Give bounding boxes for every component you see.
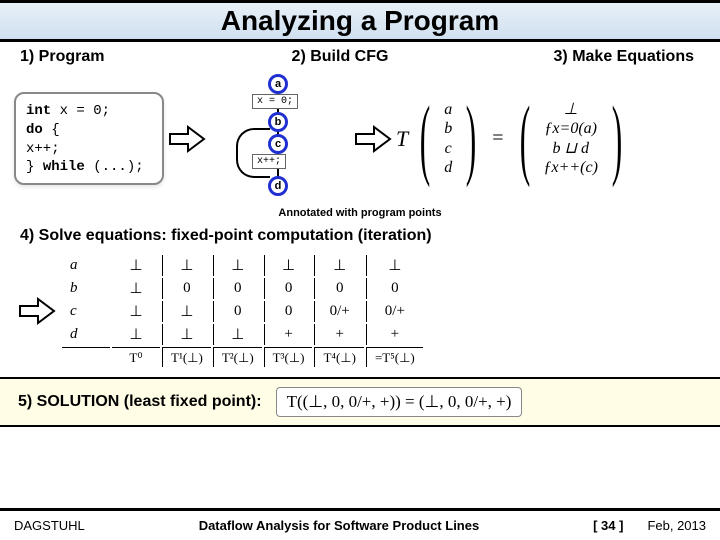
- arrow-icon: [164, 124, 210, 154]
- footer-left: DAGSTUHL: [14, 518, 85, 533]
- row1-body: int x = 0; do { x++; } while (...); a x …: [0, 70, 720, 205]
- iter-cell: +: [314, 324, 363, 345]
- iter-cell: 0: [213, 301, 262, 322]
- iter-header: T⁴(⊥): [314, 347, 363, 367]
- loop-edge: [236, 128, 270, 178]
- step3-heading: 3) Make Equations: [460, 48, 700, 66]
- step4: 4) Solve equations: fixed-point computat…: [0, 225, 720, 253]
- iter-cell: ⊥: [213, 324, 262, 345]
- eq-rhs: ⊥ ƒx=0(a) b ⊔ d ƒx++(c): [539, 100, 601, 177]
- step-headers: 1) Program 2) Build CFG 3) Make Equation…: [0, 42, 720, 70]
- iter-cell: 0: [314, 278, 363, 299]
- step1-heading: 1) Program: [20, 48, 220, 66]
- cfg-node-a: a: [268, 74, 288, 94]
- step2-heading: 2) Build CFG: [220, 48, 460, 66]
- iter-cell: ⊥: [112, 278, 160, 299]
- equations: T ( a b c d ) = ( ⊥ ƒx=0(a) b ⊔ d ƒx++(c…: [396, 98, 632, 179]
- iter-cell: ⊥: [264, 255, 313, 276]
- cfg-node-b: b: [268, 112, 288, 132]
- program-code: int x = 0; do { x++; } while (...);: [14, 92, 164, 186]
- cfg-annotation: Annotated with program points: [0, 207, 720, 219]
- cfg-node-c: c: [268, 134, 288, 154]
- iter-label: d: [62, 324, 110, 345]
- iter-header: T²(⊥): [213, 347, 262, 367]
- cfg-diagram: a x = 0; b c x++; d: [210, 74, 350, 204]
- iter-cell: ⊥: [112, 255, 160, 276]
- iter-cell: ⊥: [314, 255, 363, 276]
- iter-cell: 0: [213, 278, 262, 299]
- iter-label: c: [62, 301, 110, 322]
- iter-cell: 0/+: [366, 301, 423, 322]
- iteration-row: a⊥⊥⊥⊥⊥⊥b⊥00000c⊥⊥000/+0/+d⊥⊥⊥+++ T⁰T¹(⊥)…: [0, 253, 720, 369]
- iter-header: T³(⊥): [264, 347, 313, 367]
- iter-cell: +: [264, 324, 313, 345]
- iter-cell: ⊥: [162, 301, 211, 322]
- iter-cell: 0: [264, 301, 313, 322]
- footer: DAGSTUHL Dataflow Analysis for Software …: [0, 508, 720, 540]
- iter-header: T¹(⊥): [162, 347, 211, 367]
- iter-cell: ⊥: [213, 255, 262, 276]
- iteration-table: a⊥⊥⊥⊥⊥⊥b⊥00000c⊥⊥000/+0/+d⊥⊥⊥+++ T⁰T¹(⊥)…: [60, 253, 425, 369]
- footer-right: Feb, 2013: [647, 518, 706, 533]
- iter-label: b: [62, 278, 110, 299]
- iter-header: =T⁵(⊥): [366, 347, 423, 367]
- solution-bar: 5) SOLUTION (least fixed point): T((⊥, 0…: [0, 377, 720, 427]
- title-bar: Analyzing a Program: [0, 0, 720, 42]
- iter-label: a: [62, 255, 110, 276]
- iter-cell: 0: [366, 278, 423, 299]
- iter-cell: 0: [162, 278, 211, 299]
- eq-vars: a b c d: [440, 100, 456, 177]
- footer-page: [ 34 ]: [593, 518, 623, 533]
- iter-cell: ⊥: [162, 255, 211, 276]
- iter-header: T⁰: [112, 347, 160, 367]
- iter-cell: ⊥: [112, 324, 160, 345]
- iter-cell: ⊥: [112, 301, 160, 322]
- footer-center: Dataflow Analysis for Software Product L…: [85, 518, 593, 533]
- arrow-icon: [14, 296, 60, 326]
- slide-title: Analyzing a Program: [221, 5, 500, 37]
- step5-heading: 5) SOLUTION (least fixed point):: [18, 393, 262, 411]
- iter-cell: ⊥: [366, 255, 423, 276]
- step4-heading: 4) Solve equations: fixed-point computat…: [20, 227, 700, 245]
- cfg-node-d: d: [268, 176, 288, 196]
- iter-cell: 0: [264, 278, 313, 299]
- cfg-stmt2: x++;: [252, 154, 286, 169]
- iter-cell: ⊥: [162, 324, 211, 345]
- iter-cell: 0/+: [314, 301, 363, 322]
- cfg-stmt1: x = 0;: [252, 94, 298, 109]
- solution-equation: T((⊥, 0, 0/+, +)) = (⊥, 0, 0/+, +): [276, 387, 523, 417]
- arrow-icon: [350, 124, 396, 154]
- iter-cell: +: [366, 324, 423, 345]
